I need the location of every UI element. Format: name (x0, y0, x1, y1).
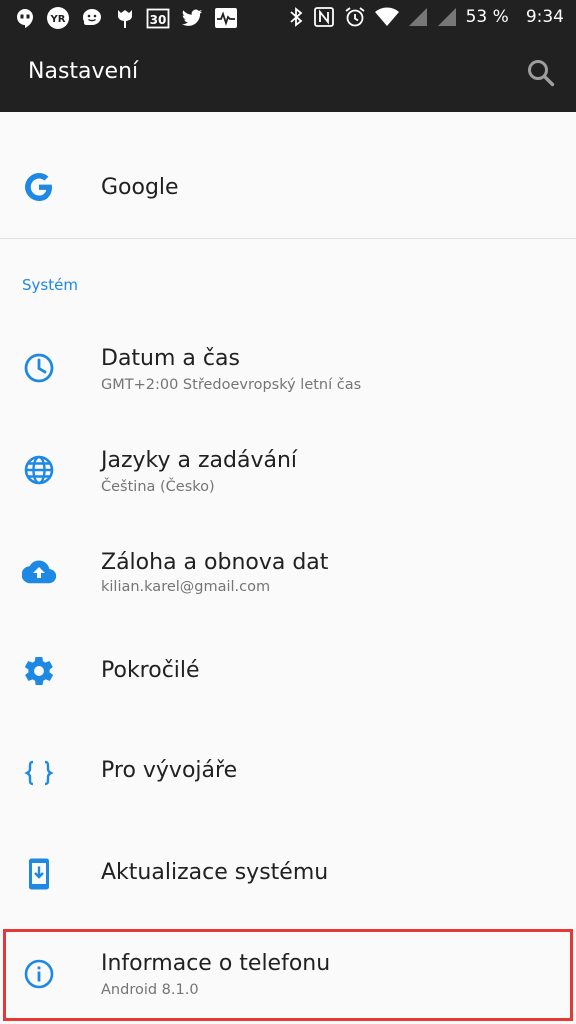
notification-icons: YR 30 (14, 6, 238, 30)
item-title: Datum a čas (101, 346, 240, 371)
hangouts-icon (17, 9, 33, 28)
settings-item-google[interactable]: Google (0, 140, 576, 238)
wifi-icon (374, 7, 399, 26)
settings-item-date-time[interactable]: Datum a čas GMT+2:00 Středoevropský letn… (0, 318, 576, 418)
svg-text:YR: YR (50, 14, 66, 25)
clock-icon (24, 353, 54, 383)
clock: 9:34 (525, 7, 564, 27)
status-bar: YR 30 53 % 9:34 (0, 0, 576, 34)
settings-item-backup[interactable]: Záloha a obnova dat kilian.karel@gmail.c… (0, 522, 576, 622)
item-subtitle: Čeština (Česko) (101, 479, 215, 495)
globe-icon (24, 455, 54, 485)
tulip-icon (118, 10, 132, 28)
bluetooth-icon (290, 7, 302, 27)
item-title: Pro vývojáře (101, 758, 238, 783)
item-title: Pokročilé (101, 658, 200, 683)
system-indicators: 53 % 9:34 (288, 4, 564, 30)
pulse-icon (215, 8, 237, 28)
yr-icon: YR (47, 7, 69, 29)
search-icon (528, 60, 555, 87)
waze-icon (83, 9, 101, 25)
settings-item-developer[interactable]: Pro vývojáře (0, 722, 576, 822)
page-title: Nastavení (28, 59, 139, 84)
settings-item-advanced[interactable]: Pokročilé (0, 624, 576, 720)
item-title: Záloha a obnova dat (101, 550, 329, 575)
battery-level: 53 % (465, 7, 509, 27)
nfc-icon (313, 7, 334, 27)
item-subtitle: GMT+2:00 Středoevropský letní čas (101, 377, 362, 393)
search-button[interactable] (524, 56, 558, 90)
highlight-frame (3, 929, 573, 1021)
app-bar: Nastavení (0, 34, 576, 112)
section-header-system: Systém (22, 276, 78, 294)
signal-icon (437, 8, 456, 26)
alarm-icon (345, 7, 365, 27)
google-icon (25, 173, 52, 201)
item-title: Aktualizace systému (101, 860, 329, 885)
system-update-icon (29, 858, 49, 890)
braces-icon (24, 760, 54, 786)
google-title: Google (101, 175, 179, 200)
signal-icon (408, 8, 427, 26)
settings-item-system-update[interactable]: Aktualizace systému (0, 824, 576, 924)
gear-icon (25, 656, 53, 686)
divider (0, 238, 576, 239)
calendar-icon: 30 (146, 8, 170, 29)
settings-item-languages[interactable]: Jazyky a zadávání Čeština (Česko) (0, 420, 576, 520)
item-title: Jazyky a zadávání (101, 448, 298, 473)
twitter-icon (181, 9, 203, 26)
item-subtitle: kilian.karel@gmail.com (101, 579, 271, 595)
svg-text:30: 30 (150, 13, 167, 27)
cloud-upload-icon (22, 560, 56, 584)
